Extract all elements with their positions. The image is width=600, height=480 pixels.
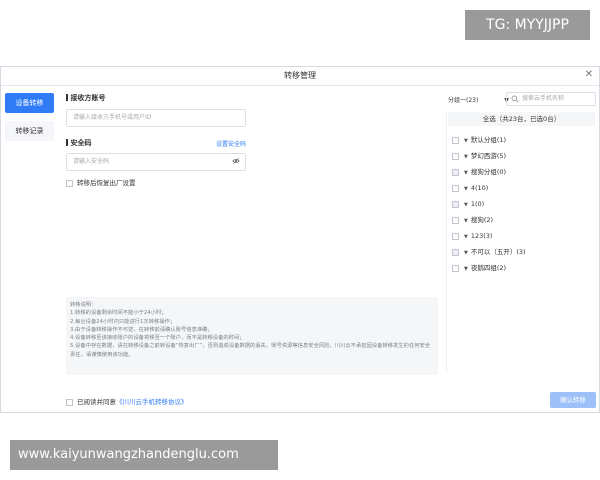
group-name: 1(0)	[470, 200, 485, 208]
group-name: 梦幻西游(5)	[470, 152, 507, 160]
group-item[interactable]: ▼ 默认分组(1)	[452, 135, 506, 145]
security-placeholder: 请输入安全码	[73, 158, 110, 165]
group-checkbox[interactable]	[452, 216, 459, 224]
group-name: 夜鹅四组(2)	[470, 264, 507, 272]
group-checkbox[interactable]	[452, 200, 459, 208]
notes-line: 4.设备转移至该接收账户的设备将移至一个账户，而不是转移设备的时间；	[70, 335, 245, 342]
dialog-title: 转移管理	[284, 71, 316, 80]
restore-factory-option[interactable]: 转移后恢复出厂设置	[66, 177, 136, 187]
eye-icon[interactable]	[232, 157, 240, 165]
group-item[interactable]: ▼ 搜狗分组(0)	[452, 167, 506, 177]
group-select-value: 分组一(23)	[448, 97, 479, 104]
select-all-row[interactable]: 全选（共23台，已选0台）	[448, 112, 595, 126]
agreement-link[interactable]: 《川川云手机转移协议》	[116, 398, 188, 406]
watermark-top: TG: MYYJJPP	[465, 10, 590, 40]
chevron-down-icon[interactable]: ▼	[464, 200, 468, 210]
group-name: 搜狗分组(0)	[470, 168, 507, 176]
group-checkbox[interactable]	[452, 152, 459, 160]
search-icon	[511, 95, 519, 103]
group-name: 搜狗(2)	[470, 216, 494, 224]
transfer-notes: 转移说明： 1.转移的设备剩余时间不能小于24小时； 2.每台设备24小时内只能…	[66, 297, 438, 375]
dialog-titlebar: 转移管理 ✕	[1, 67, 599, 86]
chevron-down-icon[interactable]: ▼	[464, 136, 468, 146]
tab-device-transfer[interactable]: 设备转移	[5, 93, 54, 113]
search-input[interactable]: 搜索云手机名称	[506, 92, 596, 106]
restore-checkbox[interactable]	[66, 179, 73, 187]
group-item[interactable]: ▼ 123(3)	[452, 231, 492, 241]
agreement-checkbox[interactable]	[66, 398, 73, 406]
group-name: 4(10)	[470, 184, 489, 192]
security-label-text: 安全码	[70, 139, 92, 147]
search-placeholder: 搜索云手机名称	[522, 95, 565, 102]
chevron-down-icon[interactable]: ▼	[464, 152, 468, 162]
group-checkbox[interactable]	[452, 232, 459, 240]
group-item[interactable]: ▼ 不可以（五开）(3)	[452, 247, 526, 257]
group-item[interactable]: ▼ 搜狗(2)	[452, 215, 493, 225]
agreement-prefix: 已阅读并同意	[77, 398, 116, 406]
group-name: 不可以（五开）(3)	[470, 248, 526, 256]
watermark-bottom: www.kaiyunwangzhandenglu.com	[10, 440, 278, 470]
group-name: 123(3)	[470, 232, 493, 240]
chevron-down-icon[interactable]: ▼	[464, 248, 468, 258]
transfer-dialog: 转移管理 ✕ 设备转移 转移记录 接收方账号 请输入接收方手机号或用户ID 安全…	[0, 66, 600, 413]
group-checkbox[interactable]	[452, 248, 459, 256]
chevron-down-icon[interactable]: ▼	[464, 184, 468, 194]
security-code-input[interactable]: 请输入安全码	[66, 153, 246, 171]
chevron-down-icon[interactable]: ▼	[464, 264, 468, 274]
confirm-transfer-button[interactable]: 确认转移	[550, 392, 596, 408]
chevron-down-icon[interactable]: ▼	[464, 232, 468, 242]
group-checkbox[interactable]	[452, 168, 459, 176]
security-label: 安全码	[66, 138, 92, 148]
receiver-label-text: 接收方账号	[70, 94, 106, 102]
tab-transfer-records[interactable]: 转移记录	[5, 121, 54, 141]
receiver-label: 接收方账号	[66, 93, 106, 103]
label-bar	[66, 94, 68, 101]
notes-line: 3.由于设备转移操作不可逆，在转移前请确认账号信息准确；	[70, 326, 213, 333]
close-icon[interactable]: ✕	[585, 69, 593, 80]
group-item[interactable]: ▼ 1(0)	[452, 199, 484, 209]
restore-checkbox-label: 转移后恢复出厂设置	[77, 179, 136, 187]
receiver-input[interactable]: 请输入接收方手机号或用户ID	[66, 109, 246, 127]
chevron-down-icon[interactable]: ▼	[464, 168, 468, 178]
chevron-down-icon[interactable]: ▼	[464, 216, 468, 226]
label-bar	[66, 139, 68, 146]
group-name: 默认分组(1)	[470, 136, 507, 144]
notes-line: 1.转移的设备剩余时间不能小于24小时；	[70, 310, 167, 317]
group-select[interactable]: 分组一(23) ▼	[448, 95, 509, 104]
group-checkbox[interactable]	[452, 184, 459, 192]
group-item[interactable]: ▼ 夜鹅四组(2)	[452, 263, 506, 273]
group-item[interactable]: ▼ 4(10)	[452, 183, 488, 193]
group-checkbox[interactable]	[452, 136, 459, 144]
group-checkbox[interactable]	[452, 264, 459, 272]
agreement-option[interactable]: 已阅读并同意《川川云手机转移协议》	[66, 396, 188, 406]
notes-line: 5.设备中存在数据，请在转移设备之前转设备“恢复出厂”，否则造成设备数据的丢失、…	[70, 343, 431, 358]
set-security-code-link[interactable]: 设置安全码	[216, 139, 246, 148]
group-item[interactable]: ▼ 梦幻西游(5)	[452, 151, 506, 161]
notes-line: 2.每台设备24小时内只能进行1次转移操作；	[70, 318, 176, 325]
notes-title: 转移说明：	[70, 302, 97, 308]
